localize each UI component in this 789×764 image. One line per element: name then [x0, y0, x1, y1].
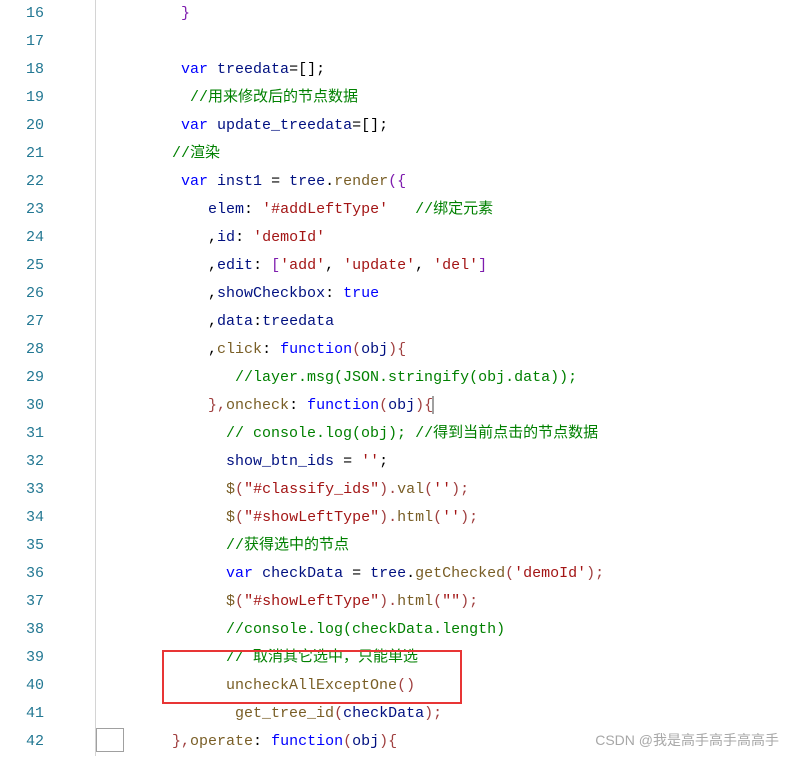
line-number: 22 [0, 168, 56, 196]
code-line[interactable]: uncheckAllExceptOne() [96, 672, 789, 700]
line-number: 35 [0, 532, 56, 560]
fold-column [56, 0, 96, 756]
code-line[interactable]: // 取消其它选中，只能单选 [96, 644, 789, 672]
line-number: 37 [0, 588, 56, 616]
line-number: 36 [0, 560, 56, 588]
code-line[interactable]: } [96, 0, 789, 28]
line-number: 26 [0, 280, 56, 308]
code-line[interactable]: //获得选中的节点 [96, 532, 789, 560]
line-number: 32 [0, 448, 56, 476]
line-number: 25 [0, 252, 56, 280]
code-line[interactable]: elem: '#addLeftType' //绑定元素 [96, 196, 789, 224]
line-number: 19 [0, 84, 56, 112]
line-number: 33 [0, 476, 56, 504]
current-line-highlight [96, 728, 124, 752]
code-line[interactable]: // console.log(obj); //得到当前点击的节点数据 [96, 420, 789, 448]
line-number-gutter: 16 17 18 19 20 21 22 23 24 25 26 27 28 2… [0, 0, 56, 756]
line-number: 20 [0, 112, 56, 140]
code-line[interactable]: //渲染 [96, 140, 789, 168]
code-line[interactable]: ,data:treedata [96, 308, 789, 336]
line-number: 23 [0, 196, 56, 224]
line-number: 34 [0, 504, 56, 532]
line-number: 21 [0, 140, 56, 168]
code-line[interactable]: //用来修改后的节点数据 [96, 84, 789, 112]
line-number: 16 [0, 0, 56, 28]
line-number: 31 [0, 420, 56, 448]
line-number: 30 [0, 392, 56, 420]
code-line[interactable]: ,edit: ['add', 'update', 'del'] [96, 252, 789, 280]
code-line[interactable]: ,showCheckbox: true [96, 280, 789, 308]
line-number: 40 [0, 672, 56, 700]
code-line[interactable]: //console.log(checkData.length) [96, 616, 789, 644]
code-line[interactable] [96, 28, 789, 56]
code-line[interactable]: ,click: function(obj){ [96, 336, 789, 364]
code-line[interactable]: $("#showLeftType").html(""); [96, 588, 789, 616]
line-number: 28 [0, 336, 56, 364]
code-editor: 16 17 18 19 20 21 22 23 24 25 26 27 28 2… [0, 0, 789, 756]
code-line[interactable]: var inst1 = tree.render({ [96, 168, 789, 196]
line-number: 27 [0, 308, 56, 336]
code-line[interactable]: show_btn_ids = ''; [96, 448, 789, 476]
line-number: 42 [0, 728, 56, 756]
code-line[interactable]: $("#classify_ids").val(''); [96, 476, 789, 504]
code-line[interactable]: var treedata=[]; [96, 56, 789, 84]
code-line[interactable]: var update_treedata=[]; [96, 112, 789, 140]
line-number: 41 [0, 700, 56, 728]
line-number: 18 [0, 56, 56, 84]
code-content[interactable]: } var treedata=[]; //用来修改后的节点数据 var upda… [96, 0, 789, 756]
code-line[interactable]: var checkData = tree.getChecked('demoId'… [96, 560, 789, 588]
line-number: 39 [0, 644, 56, 672]
line-number: 24 [0, 224, 56, 252]
line-number: 17 [0, 28, 56, 56]
code-line[interactable]: //layer.msg(JSON.stringify(obj.data)); [96, 364, 789, 392]
code-line[interactable]: $("#showLeftType").html(''); [96, 504, 789, 532]
code-line[interactable]: },operate: function(obj){ [96, 728, 789, 756]
line-number: 29 [0, 364, 56, 392]
code-line[interactable]: get_tree_id(checkData); [96, 700, 789, 728]
line-number: 38 [0, 616, 56, 644]
code-line[interactable]: },oncheck: function(obj){ [96, 392, 789, 420]
cursor-indicator [432, 396, 434, 414]
code-line[interactable]: ,id: 'demoId' [96, 224, 789, 252]
